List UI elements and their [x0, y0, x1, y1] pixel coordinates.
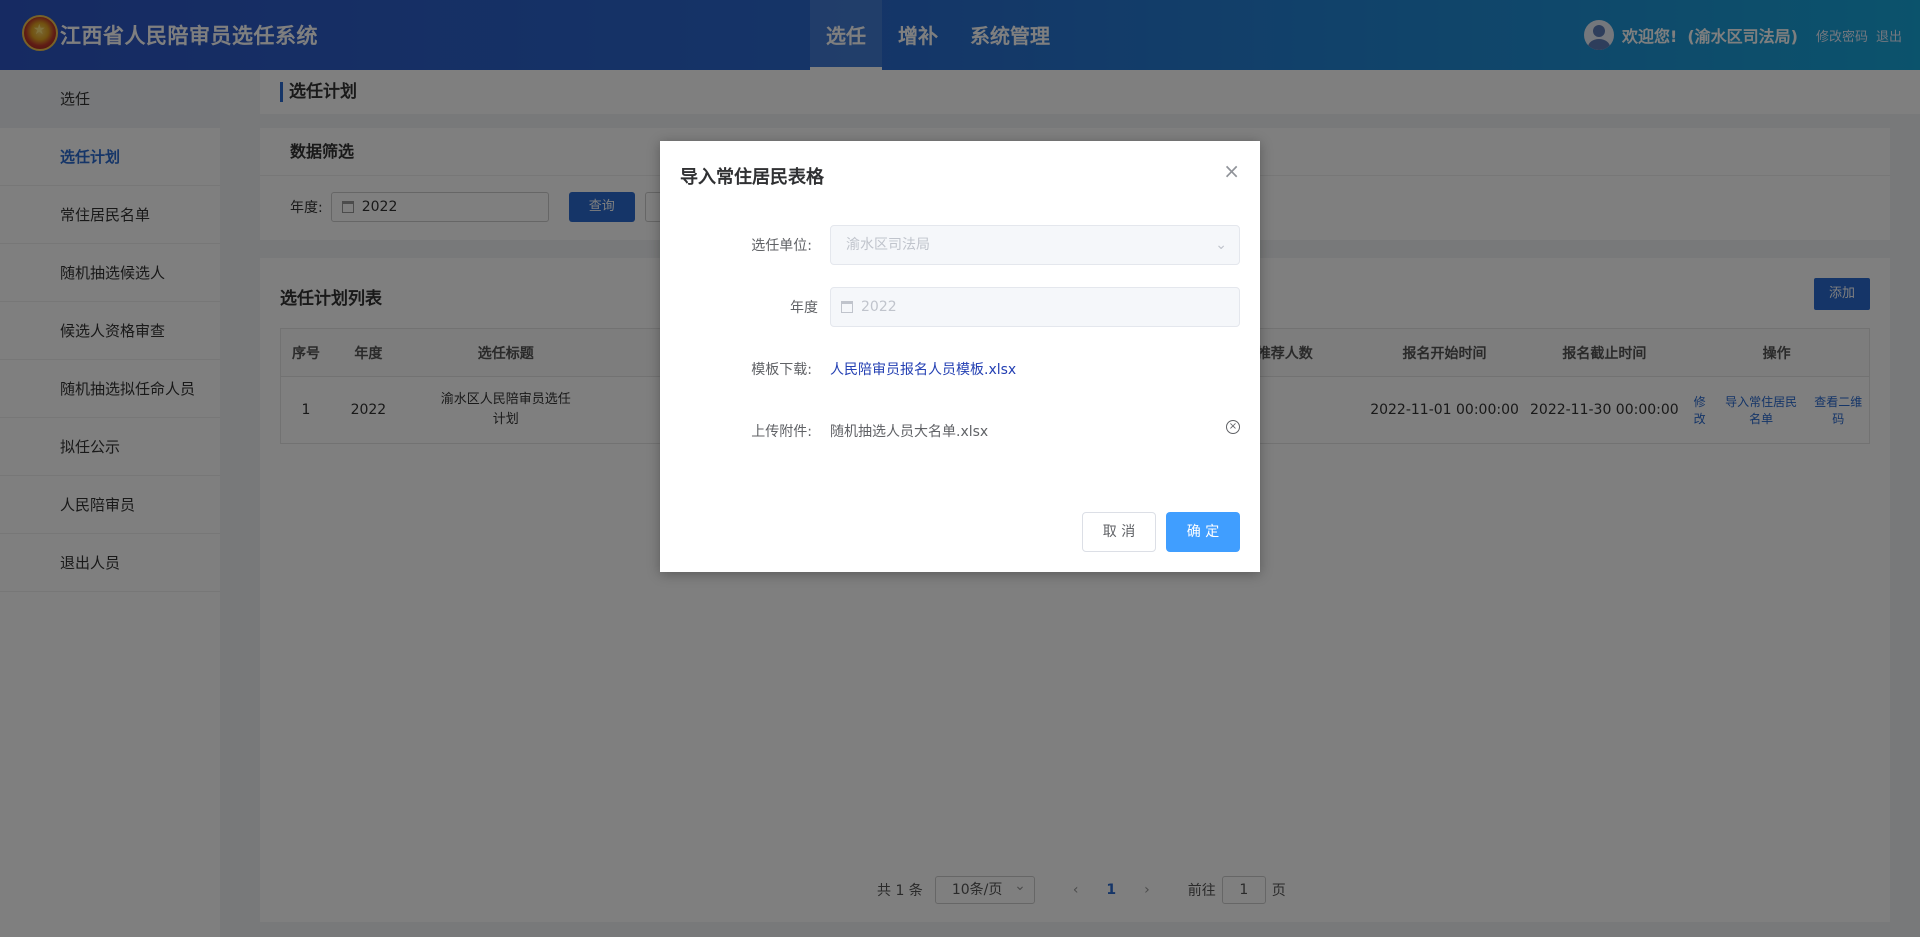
year-picker-input: 2022 — [830, 287, 1240, 327]
year-picker: 2022 — [830, 287, 1240, 327]
year-value: 2022 — [861, 299, 897, 315]
close-icon[interactable]: × — [1223, 159, 1240, 183]
unit-label: 选任单位: — [751, 238, 812, 254]
upload-label: 上传附件: — [751, 424, 812, 440]
year-label: 年度 — [790, 300, 818, 316]
uploaded-file-name: 随机抽选人员大名单.xlsx — [830, 424, 989, 440]
template-control: 人民陪审员报名人员模板.xlsx — [830, 359, 1240, 379]
year-row: 年度 2022 — [660, 287, 1260, 327]
remove-file-icon[interactable]: × — [1226, 420, 1240, 434]
import-residents-dialog: 导入常住居民表格 × 选任单位: 渝水区司法局 ⌄ 年度 2022 模板下载: … — [660, 141, 1260, 572]
dialog-title: 导入常住居民表格 — [680, 167, 824, 188]
confirm-button[interactable]: 确 定 — [1166, 512, 1240, 552]
upload-file-item: 随机抽选人员大名单.xlsx × — [830, 420, 1240, 441]
unit-value: 渝水区司法局 — [846, 237, 930, 253]
unit-select-input: 渝水区司法局 ⌄ — [830, 225, 1240, 265]
calendar-icon — [841, 301, 853, 313]
unit-row: 选任单位: 渝水区司法局 ⌄ — [660, 225, 1260, 265]
template-download-link[interactable]: 人民陪审员报名人员模板.xlsx — [830, 362, 1016, 378]
template-label: 模板下载: — [751, 362, 812, 378]
chevron-down-icon: ⌄ — [1215, 237, 1227, 253]
unit-select: 渝水区司法局 ⌄ — [830, 225, 1240, 265]
cancel-button[interactable]: 取 消 — [1082, 512, 1156, 552]
upload-row: 上传附件: 随机抽选人员大名单.xlsx × — [660, 411, 1260, 451]
template-row: 模板下载: 人民陪审员报名人员模板.xlsx — [660, 349, 1260, 389]
